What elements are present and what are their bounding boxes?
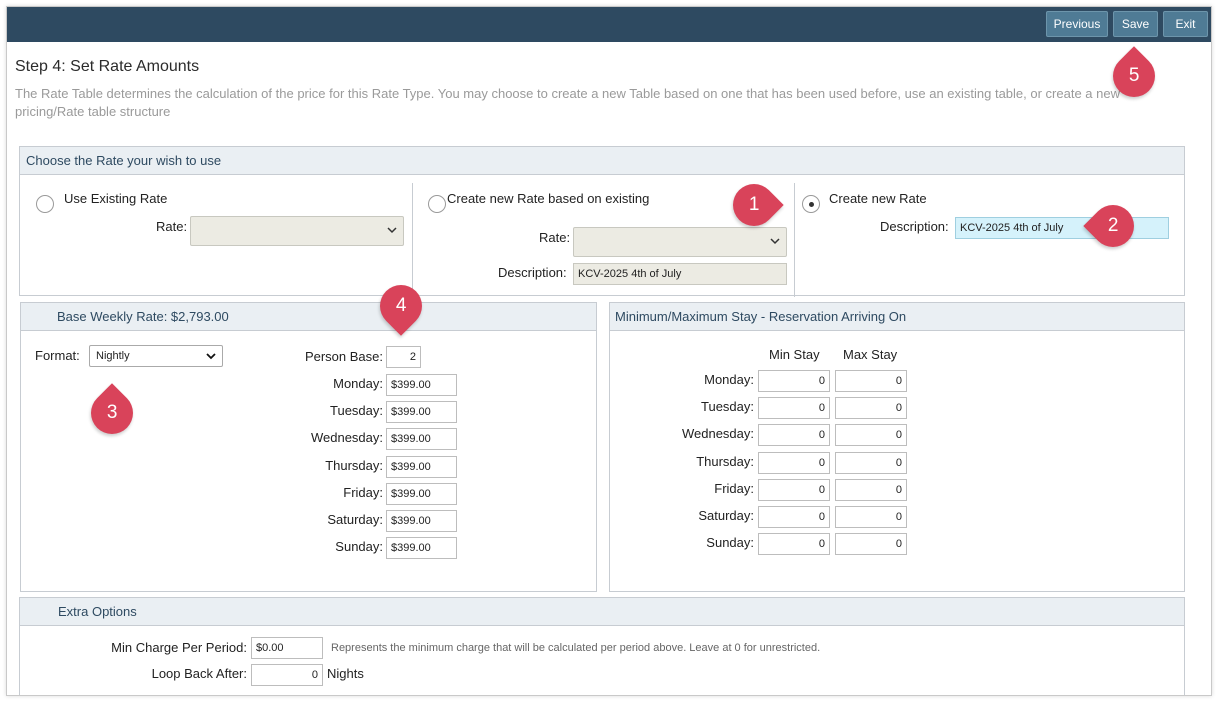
base-day-label: Saturday: [327, 512, 383, 527]
min-stay-field[interactable]: 0 [758, 370, 830, 392]
max-stay-field[interactable]: 0 [835, 506, 907, 528]
stay-day-label: Tuesday: [701, 399, 754, 415]
base-day-label: Wednesday: [310, 430, 383, 446]
chevron-down-icon [387, 227, 397, 234]
max-stay-field[interactable]: 0 [835, 478, 907, 501]
min-charge-note: Represents the minimum charge that will … [331, 642, 821, 654]
stay-panel: Minimum/Maximum Stay - Reservation Arriv… [609, 302, 1185, 592]
base-day-label: Tuesday: [330, 403, 383, 419]
extra-options-panel: Extra Options Min Charge Per Period: $0.… [19, 597, 1185, 695]
loop-back-unit: Nights [327, 666, 364, 681]
stay-day-label: Thursday: [696, 453, 754, 469]
use-existing-radio[interactable] [36, 195, 54, 213]
based-description-field[interactable]: KCV-2025 4th of July [573, 263, 787, 285]
min-charge-field[interactable]: $0.00 [251, 637, 323, 659]
max-stay-field[interactable]: 0 [835, 533, 907, 556]
max-stay-field[interactable]: 0 [835, 397, 907, 420]
stay-header: Minimum/Maximum Stay - Reservation Arriv… [610, 303, 1184, 331]
base-day-rate-field[interactable]: $399.00 [386, 428, 457, 451]
base-rate-header: Base Weekly Rate: $2,793.00 [21, 303, 596, 331]
base-day-label: Monday: [333, 376, 383, 391]
chevron-down-icon [770, 238, 780, 245]
loop-back-label: Loop Back After: [151, 666, 247, 681]
save-button[interactable]: Save [1113, 11, 1158, 37]
chevron-down-icon [206, 353, 216, 360]
create-new-label: Create new Rate [829, 191, 927, 206]
base-day-label: Friday: [343, 484, 383, 500]
person-base-label: Person Base: [304, 349, 383, 364]
choose-rate-panel: Choose the Rate your wish to use Use Exi… [19, 146, 1185, 297]
max-stay-field[interactable]: 0 [835, 370, 907, 392]
max-stay-field[interactable]: 0 [835, 424, 907, 447]
based-rate-label: Rate: [539, 230, 571, 245]
format-select[interactable]: Nightly [89, 345, 223, 367]
based-on-existing-radio[interactable] [428, 195, 446, 213]
min-stay-field[interactable]: 0 [758, 478, 830, 501]
previous-button[interactable]: Previous [1046, 11, 1108, 37]
min-stay-header: Min Stay [769, 347, 820, 362]
new-description-field[interactable]: KCV-2025 4th of July [955, 217, 1169, 239]
min-stay-field[interactable]: 0 [758, 506, 830, 528]
base-rate-panel: Base Weekly Rate: $2,793.00 Format: Nigh… [20, 302, 597, 592]
base-day-rate-field[interactable]: $399.00 [386, 455, 457, 478]
extra-options-header: Extra Options [20, 598, 1184, 626]
stay-day-label: Sunday: [706, 535, 754, 551]
base-day-label: Sunday: [335, 539, 383, 555]
min-stay-field[interactable]: 0 [758, 397, 830, 420]
new-description-label: Description: [880, 219, 949, 234]
create-new-radio[interactable] [802, 195, 820, 213]
choose-rate-header: Choose the Rate your wish to use [20, 147, 1184, 175]
divider [794, 183, 795, 297]
person-base-field[interactable]: 2 [386, 346, 421, 368]
loop-back-field[interactable]: 0 [251, 664, 323, 686]
stay-day-label: Monday: [704, 372, 754, 387]
base-day-rate-field[interactable]: $399.00 [386, 482, 457, 505]
based-on-existing-label: Create new Rate based on existing [447, 191, 650, 206]
stay-day-label: Saturday: [698, 508, 754, 523]
page-intro: The Rate Table determines the calculatio… [15, 86, 1120, 119]
app-window: Previous Save Exit Step 4: Set Rate Amou… [6, 6, 1212, 696]
page-title: Step 4: Set Rate Amounts [15, 58, 200, 75]
min-stay-field[interactable]: 0 [758, 451, 830, 474]
max-stay-field[interactable]: 0 [835, 451, 907, 474]
based-rate-select[interactable] [573, 227, 787, 257]
min-charge-label: Min Charge Per Period: [111, 640, 247, 655]
base-day-rate-field[interactable]: $399.00 [386, 537, 457, 560]
exit-button[interactable]: Exit [1163, 11, 1208, 37]
existing-rate-label: Rate: [156, 219, 188, 234]
divider [412, 183, 413, 297]
stay-day-label: Wednesday: [681, 426, 754, 442]
base-day-rate-field[interactable]: $399.00 [386, 401, 457, 424]
format-label: Format: [35, 348, 80, 363]
base-day-label: Thursday: [325, 457, 383, 473]
base-day-rate-field[interactable]: $399.00 [386, 374, 457, 396]
top-toolbar: Previous Save Exit [7, 7, 1211, 42]
min-stay-field[interactable]: 0 [758, 533, 830, 556]
base-day-rate-field[interactable]: $399.00 [386, 510, 457, 532]
based-description-label: Description: [498, 265, 567, 280]
min-stay-field[interactable]: 0 [758, 424, 830, 447]
stay-day-label: Friday: [714, 480, 754, 496]
max-stay-header: Max Stay [843, 347, 898, 362]
use-existing-label: Use Existing Rate [64, 191, 168, 206]
existing-rate-select[interactable] [190, 216, 404, 246]
